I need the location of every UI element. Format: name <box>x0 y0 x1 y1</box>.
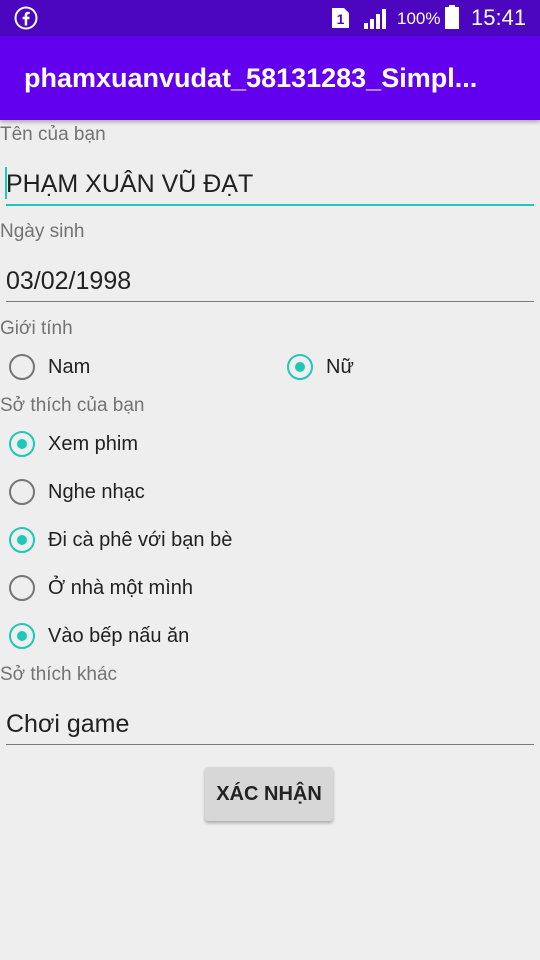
app-title: phamxuanvudat_58131283_Simpl... <box>24 63 478 93</box>
radio-selected-icon <box>287 354 313 380</box>
name-label: Tên của bạn <box>0 124 106 145</box>
checkbox-checked-icon <box>9 623 35 649</box>
hobby-option-nghe-nhac[interactable]: Nghe nhạc <box>0 475 300 515</box>
clock: 15:41 <box>471 5 527 30</box>
facebook-icon <box>14 6 38 30</box>
hobby-option-vao-bep[interactable]: Vào bếp nấu ăn <box>0 619 300 659</box>
checkbox-checked-icon <box>9 431 35 457</box>
sim-card-icon: 1 <box>332 8 349 28</box>
hobby-option-label: Vào bếp nấu ăn <box>48 625 190 647</box>
checkbox-unchecked-icon <box>9 575 35 601</box>
dob-input[interactable]: 03/02/1998 <box>6 261 534 302</box>
hobbies-label: Sở thích của bạn <box>0 395 145 416</box>
hobby-option-label: Đi cà phê với bạn bè <box>48 529 233 551</box>
checkbox-checked-icon <box>9 527 35 553</box>
dob-input-value: 03/02/1998 <box>6 267 132 295</box>
hobby-option-label: Ở nhà một mình <box>48 577 193 599</box>
name-input-value: PHẠM XUÂN VŨ ĐẠT <box>6 170 254 198</box>
hobby-option-xem-phim[interactable]: Xem phim <box>0 427 300 467</box>
confirm-button[interactable]: XÁC NHẬN <box>205 767 333 821</box>
gender-radio-female-label: Nữ <box>326 356 354 378</box>
gender-radio-female[interactable]: Nữ <box>278 350 478 390</box>
app-bar: phamxuanvudat_58131283_Simpl... <box>0 36 540 120</box>
radio-unselected-icon <box>9 354 35 380</box>
gender-radio-male[interactable]: Nam <box>0 350 250 390</box>
hobby-option-di-ca-phe[interactable]: Đi cà phê với bạn bè <box>0 523 300 563</box>
hobby-option-label: Nghe nhạc <box>48 481 145 503</box>
checkbox-unchecked-icon <box>9 479 35 505</box>
other-hobby-input-value: Chơi game <box>6 710 130 738</box>
gender-radio-male-label: Nam <box>48 356 91 378</box>
hobby-option-label: Xem phim <box>48 433 139 455</box>
other-hobby-input[interactable]: Chơi game <box>6 704 534 745</box>
hobby-option-o-nha[interactable]: Ở nhà một mình <box>0 571 300 611</box>
dob-label: Ngày sinh <box>0 221 85 242</box>
other-hobby-label: Sở thích khác <box>0 664 118 685</box>
svg-text:1: 1 <box>337 11 345 27</box>
battery-percentage: 100% <box>397 9 441 28</box>
gender-label: Giới tính <box>0 318 73 339</box>
battery-icon <box>445 5 459 29</box>
status-bar: 1 100% 15:41 <box>0 0 540 36</box>
signal-strength-icon <box>364 9 386 29</box>
name-input[interactable]: PHẠM XUÂN VŨ ĐẠT <box>5 164 534 206</box>
